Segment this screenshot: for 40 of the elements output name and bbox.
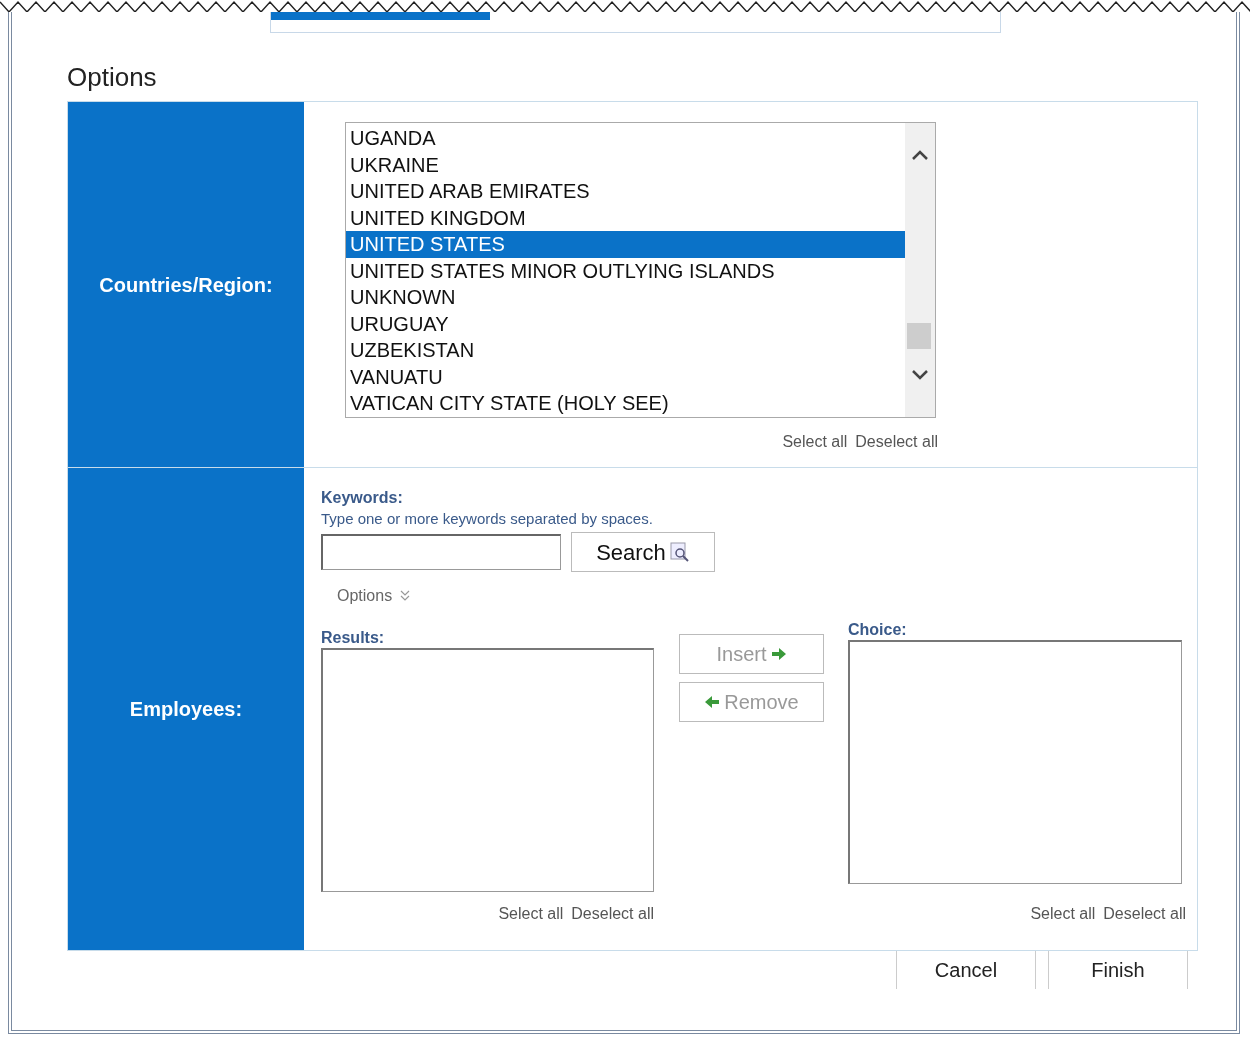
country-item[interactable]: UGANDA bbox=[346, 125, 905, 152]
country-item[interactable]: UNITED KINGDOM bbox=[346, 204, 905, 231]
right-arrow-icon bbox=[770, 648, 787, 660]
country-item[interactable]: UNITED ARAB EMIRATES bbox=[346, 178, 905, 205]
select-all-link[interactable]: Select all bbox=[782, 430, 848, 454]
deselect-all-link[interactable]: Deselect all bbox=[855, 430, 938, 454]
magnifier-icon bbox=[669, 542, 690, 562]
country-item[interactable]: VATICAN CITY STATE (HOLY SEE) bbox=[346, 390, 905, 417]
double-chevron-icon[interactable] bbox=[400, 590, 411, 602]
options-toggle[interactable]: Options bbox=[337, 584, 393, 608]
choice-label: Choice: bbox=[848, 620, 908, 640]
country-item[interactable]: UNITED STATES bbox=[346, 231, 905, 258]
finish-button[interactable]: Finish bbox=[1048, 951, 1188, 989]
chevron-down-icon[interactable] bbox=[911, 369, 929, 381]
deselect-all-link[interactable]: Deselect all bbox=[571, 902, 654, 926]
country-item[interactable]: UNITED STATES MINOR OUTLYING ISLANDS bbox=[346, 257, 905, 284]
search-button[interactable]: Search bbox=[571, 532, 715, 572]
chevron-up-icon[interactable] bbox=[911, 149, 929, 161]
results-list[interactable] bbox=[321, 648, 654, 892]
country-list[interactable]: UGANDA UKRAINE UNITED ARAB EMIRATES UNITED KINGDOM UNITED STATES UNITED STATES MINOR OUTLYING ISLANDS UNKNOWN URUGUAY UZBEKISTAN VANUATU VATICAN CITY STATE (HOLY SEE) bbox=[345, 122, 936, 418]
scroll-thumb[interactable] bbox=[907, 323, 931, 349]
select-all-link[interactable]: Select all bbox=[1030, 902, 1096, 926]
country-item[interactable]: UKRAINE bbox=[346, 151, 905, 178]
results-label: Results: bbox=[321, 628, 386, 648]
country-item[interactable]: UNKNOWN bbox=[346, 284, 905, 311]
scrollbar[interactable] bbox=[905, 123, 935, 417]
left-arrow-icon bbox=[704, 696, 721, 708]
keywords-hint: Type one or more keywords separated by spaces. bbox=[321, 509, 654, 529]
choice-list[interactable] bbox=[848, 640, 1182, 884]
row-label: Countries/Region: bbox=[68, 102, 304, 467]
cancel-button[interactable]: Cancel bbox=[896, 951, 1036, 989]
country-item[interactable]: URUGUAY bbox=[346, 310, 905, 337]
keywords-field[interactable] bbox=[321, 534, 561, 570]
country-item[interactable]: VANUATU bbox=[346, 363, 905, 390]
deselect-all-link[interactable]: Deselect all bbox=[1103, 902, 1186, 926]
options-title: Options bbox=[67, 61, 158, 93]
keywords-label: Keywords: bbox=[321, 488, 404, 508]
country-item[interactable]: UZBEKISTAN bbox=[346, 337, 905, 364]
row-label: Employees: bbox=[68, 468, 304, 950]
select-all-link[interactable]: Select all bbox=[498, 902, 564, 926]
